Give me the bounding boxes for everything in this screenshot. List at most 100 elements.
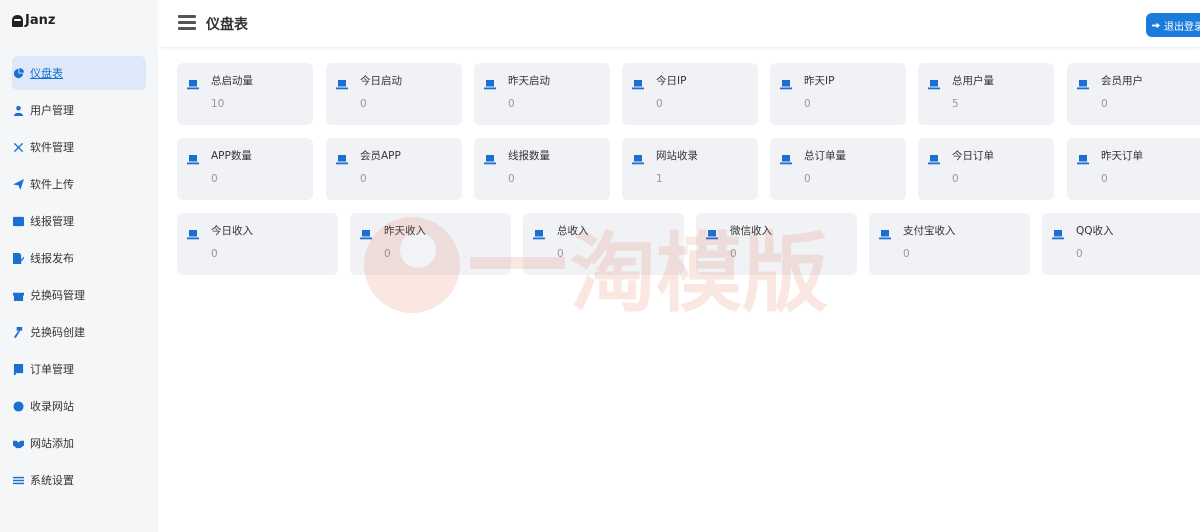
edit-doc-icon [12, 252, 24, 264]
stat-label: 今日收入 [211, 225, 253, 237]
smile-icon [12, 400, 24, 412]
stat-value: 0 [557, 248, 564, 260]
laptop-icon [706, 225, 718, 240]
sidebar-item-label: 订单管理 [30, 363, 74, 376]
stat-card-today-ip: 今日IP 0 [622, 63, 758, 125]
stat-card-today-orders: 今日订单 0 [918, 138, 1054, 200]
brand-logo[interactable]: Janz [12, 13, 55, 28]
stat-value: 0 [804, 173, 811, 185]
stat-card-total-launches: 总启动量 10 [177, 63, 313, 125]
laptop-icon [484, 150, 496, 165]
hammer-icon [12, 326, 24, 338]
stat-label: APP数量 [211, 150, 252, 162]
stat-label: 昨天收入 [384, 225, 426, 237]
stat-card-vip-users: 会员用户 0 [1067, 63, 1200, 125]
stat-label: 会员APP [360, 150, 401, 162]
stat-label: 微信收入 [730, 225, 772, 237]
stat-card-today-income: 今日收入 0 [177, 213, 338, 275]
stat-value: 0 [1101, 98, 1108, 110]
laptop-icon [928, 75, 940, 90]
handshake-icon [12, 437, 24, 449]
stat-card-today-launches: 今日启动 0 [326, 63, 462, 125]
stat-label: 今日启动 [360, 75, 402, 87]
stat-label: 昨天启动 [508, 75, 550, 87]
logout-button[interactable]: 退出登录 [1146, 13, 1200, 37]
stat-value: 0 [656, 98, 663, 110]
stat-label: 总用户量 [952, 75, 994, 87]
sidebar-item-label: 软件上传 [30, 178, 74, 191]
hamburger-menu-icon[interactable] [178, 15, 196, 30]
top-header: 仪盘表 退出登录 [160, 0, 1200, 48]
stat-value: 5 [952, 98, 959, 110]
stat-value: 10 [211, 98, 225, 110]
pie-chart-icon [12, 67, 24, 79]
sidebar-item-label: 兑换码创建 [30, 326, 85, 339]
ghost-icon [12, 14, 23, 27]
sidebar-item-news-manage[interactable]: 线报管理 [12, 204, 146, 238]
sidebar-item-sites[interactable]: 收录网站 [12, 389, 146, 423]
laptop-icon [632, 75, 644, 90]
sliders-icon [12, 474, 24, 486]
sidebar-item-users[interactable]: 用户管理 [12, 93, 146, 127]
sidebar-item-label: 线报发布 [30, 252, 74, 265]
sidebar-item-site-add[interactable]: 网站添加 [12, 426, 146, 460]
stat-value: 0 [804, 98, 811, 110]
stat-label: 昨天订单 [1101, 150, 1143, 162]
stat-value: 0 [360, 98, 367, 110]
stat-card-site-index: 网站收录 1 [622, 138, 758, 200]
sidebar-item-label: 仪盘表 [30, 67, 63, 80]
list-icon [12, 215, 24, 227]
sidebar-item-label: 网站添加 [30, 437, 74, 450]
laptop-icon [928, 150, 940, 165]
stat-card-wechat-income: 微信收入 0 [696, 213, 857, 275]
stat-value: 1 [656, 173, 663, 185]
stat-label: 网站收录 [656, 150, 698, 162]
stat-value: 0 [384, 248, 391, 260]
laptop-icon [780, 75, 792, 90]
tools-icon [12, 141, 24, 153]
laptop-icon [484, 75, 496, 90]
stat-label: 总订单量 [804, 150, 846, 162]
sidebar-item-dashboard[interactable]: 仪盘表 [12, 56, 146, 90]
stat-label: 今日订单 [952, 150, 994, 162]
sidebar-item-label: 用户管理 [30, 104, 74, 117]
stat-card-yesterday-launches: 昨天启动 0 [474, 63, 610, 125]
sidebar: Janz 仪盘表 用户管理 软件管理 软件上传 线报管理 线报发布 兑换码管理 … [0, 0, 158, 532]
sidebar-item-label: 收录网站 [30, 400, 74, 413]
stat-value: 0 [508, 173, 515, 185]
sidebar-item-upload[interactable]: 软件上传 [12, 167, 146, 201]
laptop-icon [187, 75, 199, 90]
laptop-icon [533, 225, 545, 240]
laptop-icon [879, 225, 891, 240]
stat-value: 0 [211, 173, 218, 185]
stat-value: 0 [508, 98, 515, 110]
user-icon [12, 104, 24, 116]
laptop-icon [1077, 75, 1089, 90]
sidebar-item-orders[interactable]: 订单管理 [12, 352, 146, 386]
sidebar-item-software[interactable]: 软件管理 [12, 130, 146, 164]
stat-label: 今日IP [656, 75, 687, 87]
stat-card-vip-app: 会员APP 0 [326, 138, 462, 200]
stat-card-yesterday-orders: 昨天订单 0 [1067, 138, 1200, 200]
stat-value: 0 [952, 173, 959, 185]
sidebar-item-news-publish[interactable]: 线报发布 [12, 241, 146, 275]
sidebar-item-label: 系统设置 [30, 474, 74, 487]
scroll-icon [12, 363, 24, 375]
stat-value: 0 [1101, 173, 1108, 185]
stat-label: 昨天IP [804, 75, 835, 87]
laptop-icon [187, 150, 199, 165]
logout-label: 退出登录 [1164, 21, 1200, 33]
laptop-icon [360, 225, 372, 240]
stat-value: 0 [730, 248, 737, 260]
laptop-icon [187, 225, 199, 240]
stat-card-alipay-income: 支付宝收入 0 [869, 213, 1030, 275]
sidebar-item-label: 兑换码管理 [30, 289, 85, 302]
sidebar-item-redeem-create[interactable]: 兑换码创建 [12, 315, 146, 349]
stat-label: 总收入 [557, 225, 589, 237]
sidebar-item-redeem-manage[interactable]: 兑换码管理 [12, 278, 146, 312]
sign-out-icon [1152, 22, 1161, 28]
send-icon [12, 178, 24, 190]
sidebar-item-settings[interactable]: 系统设置 [12, 463, 146, 497]
stat-label: 会员用户 [1101, 75, 1143, 87]
stat-card-total-users: 总用户量 5 [918, 63, 1054, 125]
